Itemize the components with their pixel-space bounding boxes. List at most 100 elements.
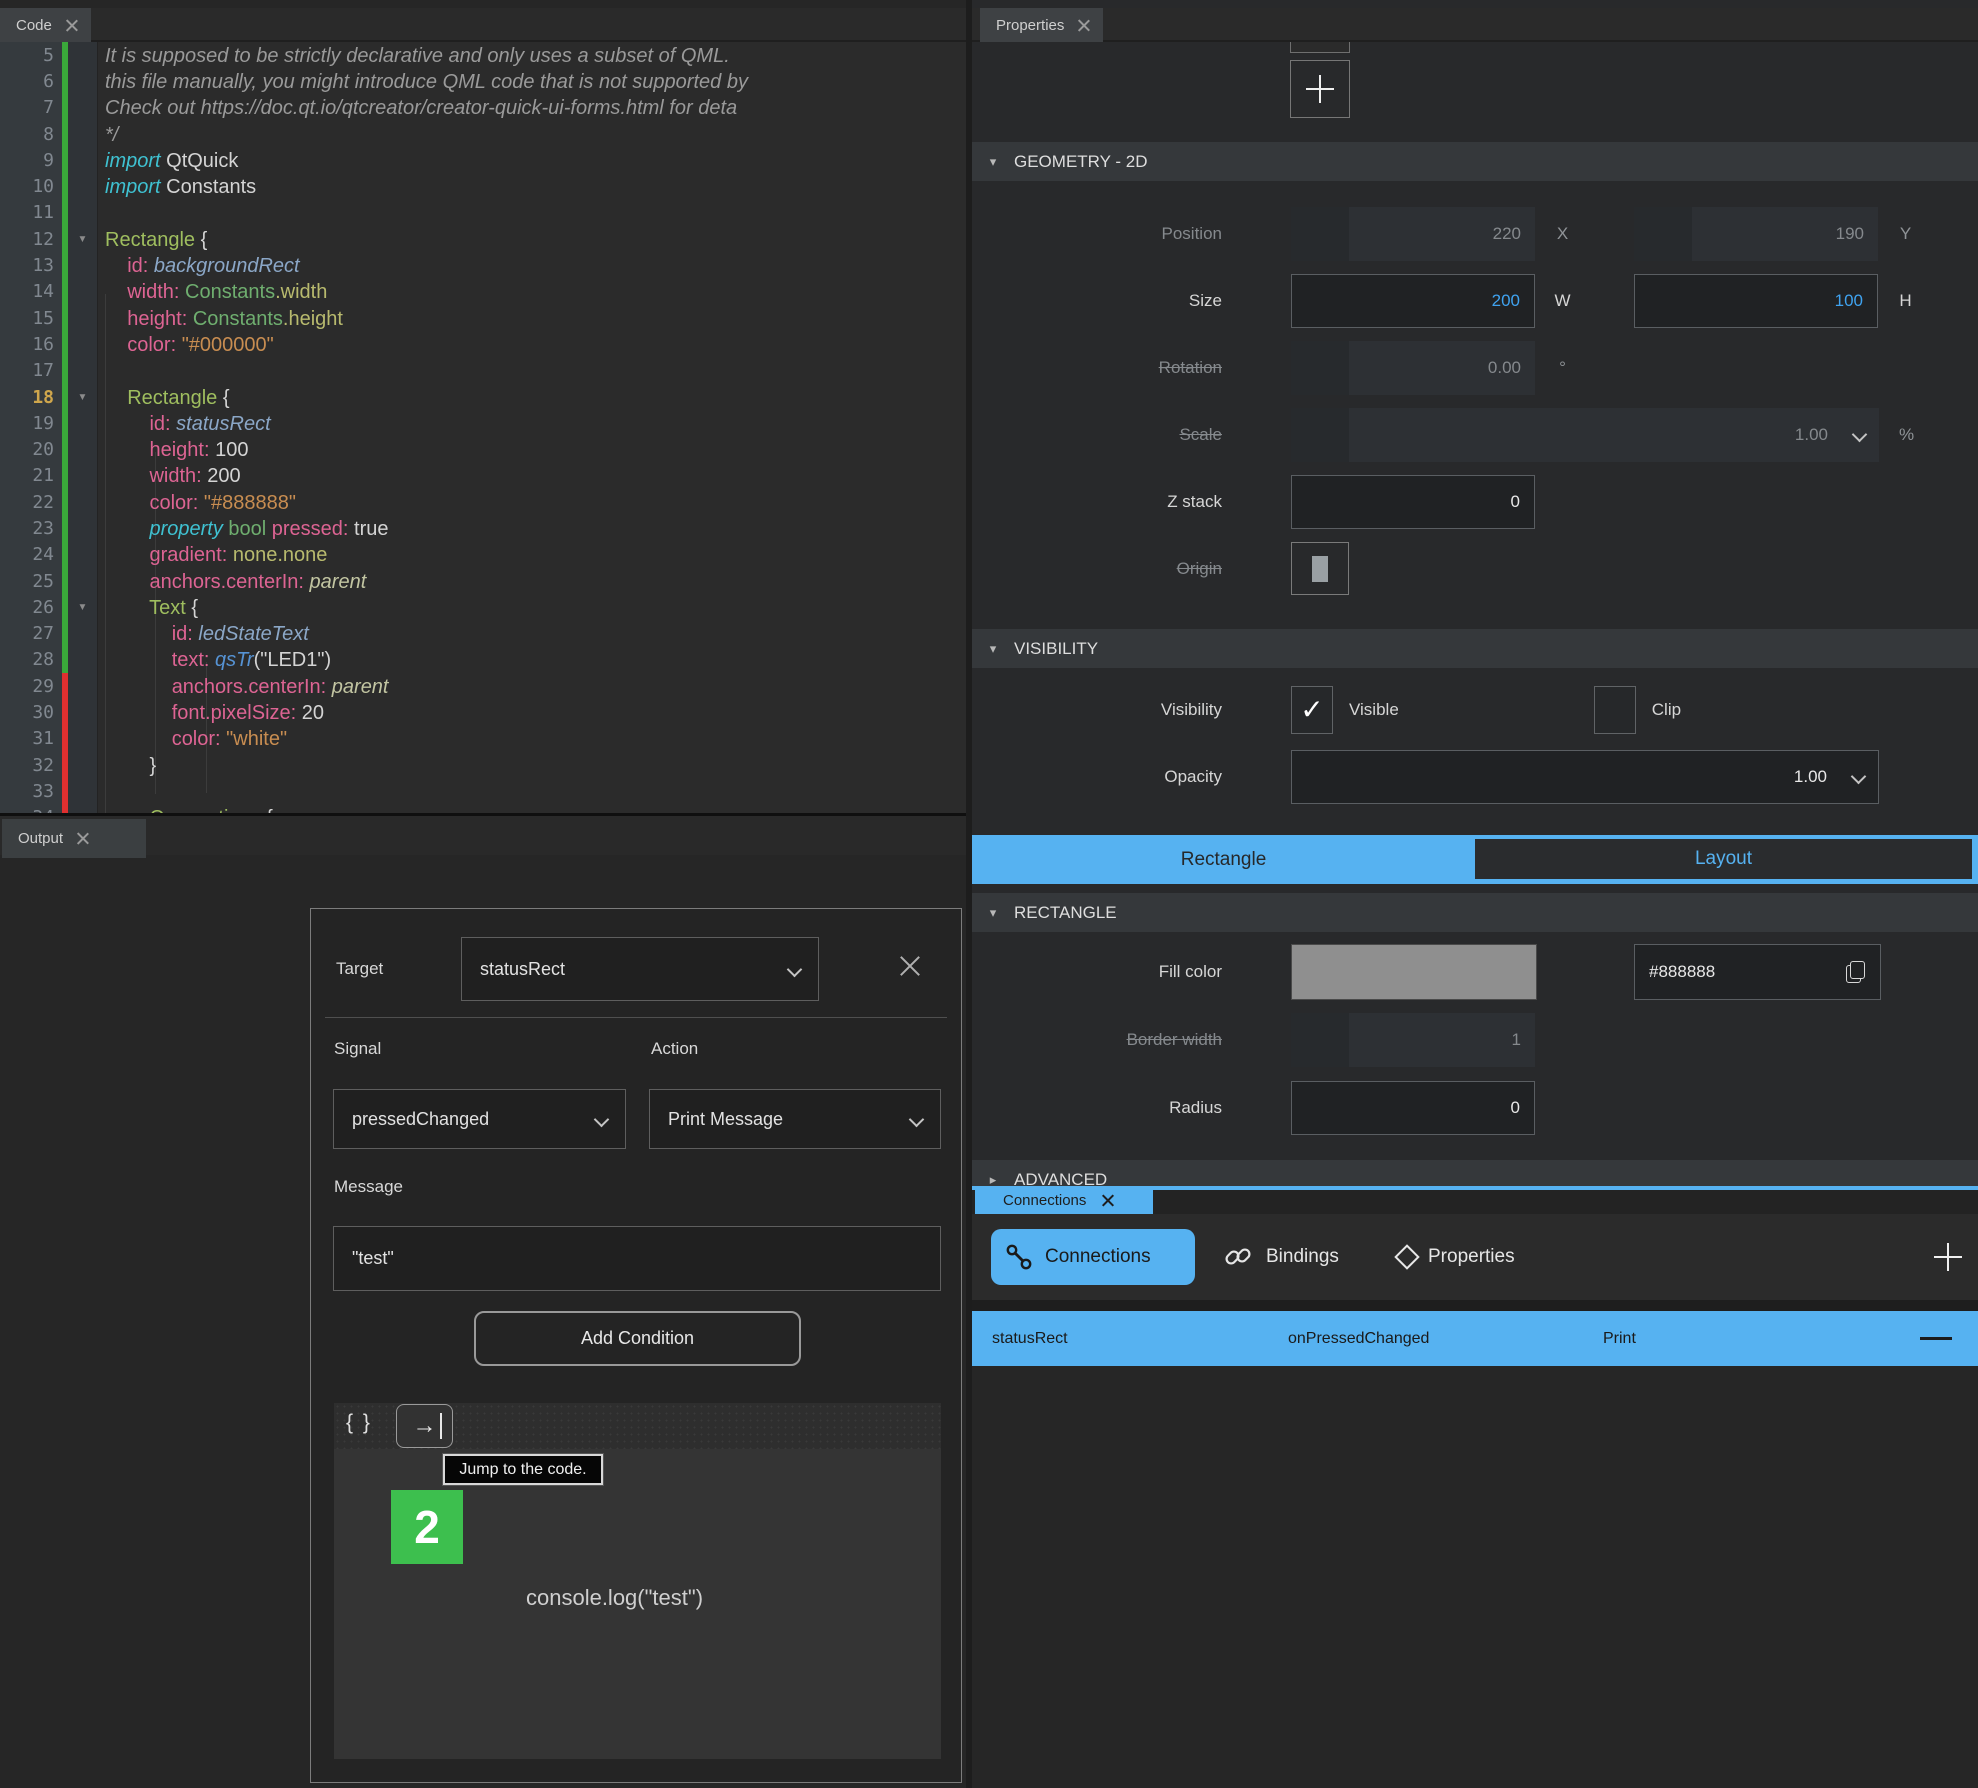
connections-view-button[interactable]: Connections xyxy=(991,1229,1195,1285)
section-rectangle[interactable]: ▾ RECTANGLE xyxy=(972,893,1978,932)
code-line: 24 gradient: none.none xyxy=(0,542,966,568)
code-line: 22 color: "#888888" xyxy=(0,489,966,515)
fold-icon[interactable]: ▼ xyxy=(68,234,97,245)
add-condition-button[interactable]: Add Condition xyxy=(474,1311,801,1366)
bindings-link-icon xyxy=(1222,1241,1254,1273)
scale-label: Scale xyxy=(972,425,1222,445)
close-icon[interactable] xyxy=(64,18,79,33)
code-line: 6this file manually, you might introduce… xyxy=(0,68,966,94)
connections-toolbar: Connections Bindings Properties xyxy=(972,1214,1978,1300)
bindings-view-label: Bindings xyxy=(1266,1246,1339,1268)
position-label: Position xyxy=(972,224,1222,244)
tab-layout[interactable]: Layout xyxy=(1475,839,1972,879)
visible-checkbox[interactable]: ✓ xyxy=(1291,686,1333,734)
divider xyxy=(972,1300,1978,1311)
zstack-input[interactable]: 0 xyxy=(1291,475,1535,529)
connection-editor-dialog: Target statusRect Signal Action pressedC… xyxy=(310,908,962,1783)
tooltip: Jump to the code. xyxy=(443,1454,603,1485)
tab-properties[interactable]: Properties xyxy=(980,8,1103,42)
close-icon[interactable] xyxy=(1076,18,1091,33)
code-line: 7Check out https://doc.qt.io/qtcreator/c… xyxy=(0,95,966,121)
plus-icon xyxy=(1930,1239,1966,1275)
code-line: 20 height: 100 xyxy=(0,436,966,462)
collapse-icon: ▾ xyxy=(972,905,1014,921)
jump-to-code-icon: → xyxy=(413,1414,437,1438)
curly-braces-icon[interactable]: { } xyxy=(346,1411,372,1435)
tab-output[interactable]: Output xyxy=(2,819,146,858)
code-line: 10import Constants xyxy=(0,173,966,199)
h-suffix: H xyxy=(1878,291,1933,311)
chevron-down-icon xyxy=(594,1111,610,1127)
fill-hex-input[interactable]: #888888 xyxy=(1634,944,1881,1000)
tab-rectangle[interactable]: Rectangle xyxy=(972,835,1475,884)
target-dropdown[interactable]: statusRect xyxy=(461,937,819,1001)
collapse-icon: ▾ xyxy=(972,641,1014,657)
chevron-down-icon xyxy=(909,1111,925,1127)
properties-content: ▾ GEOMETRY - 2D Position 220 X 190 Y Siz… xyxy=(972,42,1978,1186)
fold-icon[interactable]: ▼ xyxy=(68,392,97,403)
check-icon: ✓ xyxy=(1300,693,1323,726)
code-line: 8*/ xyxy=(0,121,966,147)
dialog-close-icon[interactable] xyxy=(897,953,923,979)
code-line: 29 anchors.centerIn: parent xyxy=(0,673,966,699)
component-tabbar: Rectangle Layout xyxy=(972,835,1978,884)
tab-code-label: Code xyxy=(16,17,52,34)
diamond-icon xyxy=(1394,1244,1419,1269)
remove-connection-icon[interactable] xyxy=(1920,1337,1952,1340)
target-value: statusRect xyxy=(480,959,565,980)
partial-button[interactable] xyxy=(1290,42,1350,53)
size-w-input[interactable]: 200 xyxy=(1291,274,1535,328)
code-line: 14 width: Constants.width xyxy=(0,279,966,305)
code-line: 18▼ Rectangle { xyxy=(0,384,966,410)
code-pane: Code 5It is supposed to be strictly decl… xyxy=(0,0,966,1788)
code-line: 13 id: backgroundRect xyxy=(0,252,966,278)
origin-selector-button[interactable] xyxy=(1291,542,1349,595)
visibility-label: Visibility xyxy=(972,700,1222,720)
collapsed-icon: ▸ xyxy=(972,1172,1014,1187)
opacity-input[interactable]: 1.00 xyxy=(1291,750,1879,804)
code-line: 9import QtQuick xyxy=(0,147,966,173)
opacity-label: Opacity xyxy=(972,767,1222,787)
divider xyxy=(325,1017,947,1018)
bindings-view-button[interactable]: Bindings xyxy=(1222,1229,1339,1285)
row-rotation: Rotation 0.00 ° xyxy=(972,334,1978,401)
close-icon[interactable] xyxy=(1100,1193,1115,1208)
tab-connections-panel[interactable]: Connections xyxy=(975,1186,1153,1214)
size-h-input[interactable]: 100 xyxy=(1634,274,1878,328)
green-count-badge: 2 xyxy=(391,1490,463,1564)
code-editor[interactable]: 5It is supposed to be strictly declarati… xyxy=(0,42,966,813)
add-connection-button[interactable] xyxy=(1930,1239,1966,1275)
row-scale: Scale 1.00 % xyxy=(972,401,1978,468)
origin-label: Origin xyxy=(972,559,1222,579)
properties-view-button[interactable]: Properties xyxy=(1398,1229,1515,1285)
tab-code[interactable]: Code xyxy=(0,8,91,42)
connection-row[interactable]: statusRect onPressedChanged Print xyxy=(972,1311,1978,1366)
section-visibility[interactable]: ▾ VISIBILITY xyxy=(972,629,1978,668)
radius-input[interactable]: 0 xyxy=(1291,1081,1535,1135)
degree-suffix: ° xyxy=(1535,358,1590,378)
code-line: 32 } xyxy=(0,752,966,778)
section-geometry-2d[interactable]: ▾ GEOMETRY - 2D xyxy=(972,142,1978,181)
section-advanced[interactable]: ▸ ADVANCED xyxy=(972,1160,1978,1186)
x-suffix: X xyxy=(1535,224,1590,244)
fill-color-swatch[interactable] xyxy=(1291,944,1537,1000)
signal-dropdown[interactable]: pressedChanged xyxy=(333,1089,626,1149)
jump-to-code-button[interactable]: → xyxy=(396,1404,453,1448)
fold-icon[interactable]: ▼ xyxy=(68,602,97,613)
clip-checkbox[interactable] xyxy=(1594,686,1636,734)
plus-icon xyxy=(1291,61,1349,117)
w-suffix: W xyxy=(1535,291,1590,311)
message-value: "test" xyxy=(352,1248,394,1269)
connection-action: Print xyxy=(1603,1330,1920,1348)
chevron-down-icon xyxy=(1852,427,1868,443)
code-line: 33 xyxy=(0,778,966,804)
action-dropdown[interactable]: Print Message xyxy=(649,1089,941,1149)
code-line: 27 id: ledStateText xyxy=(0,621,966,647)
section-visibility-label: VISIBILITY xyxy=(1014,639,1098,659)
y-suffix: Y xyxy=(1878,224,1933,244)
code-line: 11 xyxy=(0,200,966,226)
copy-icon[interactable] xyxy=(1846,961,1866,983)
close-icon[interactable] xyxy=(75,831,90,846)
add-state-button[interactable] xyxy=(1290,60,1350,118)
message-input[interactable]: "test" xyxy=(333,1226,941,1291)
